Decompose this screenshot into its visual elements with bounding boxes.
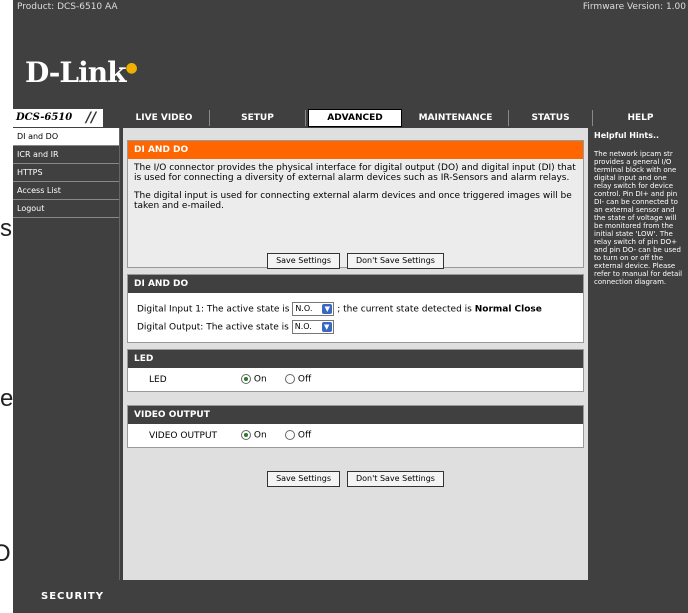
sidebar-item-icr-and-ir[interactable]: ICR and IR [13, 146, 119, 164]
digital-input-row: Digital Input 1: The active state is N.O… [137, 302, 542, 316]
intro-paragraph-2: The digital input is used for connecting… [134, 191, 572, 211]
sidebar-item-logout[interactable]: Logout [13, 200, 119, 218]
intro-buttons: Save Settings Don't Save Settings [128, 253, 583, 269]
tab-help[interactable]: HELP [593, 110, 688, 126]
led-off-option[interactable]: Off [285, 374, 311, 385]
digital-output-label: Digital Output: The active state is [137, 322, 289, 333]
tab-live-video[interactable]: LIVE VIDEO [119, 110, 210, 126]
video-output-off-option[interactable]: Off [285, 430, 311, 441]
main-content: DI AND DO The I/O connector provides the… [123, 128, 588, 580]
video-output-off-radio[interactable] [285, 430, 295, 440]
intro-section: DI AND DO The I/O connector provides the… [127, 140, 584, 269]
digital-input-state-text: ; the current state detected is [337, 304, 472, 315]
bottom-save-settings-button[interactable]: Save Settings [267, 471, 341, 487]
camera-web-ui: Product: DCS-6510 AA Firmware Version: 1… [13, 0, 688, 613]
firmware-label: Firmware Version: 1.00 [582, 2, 686, 12]
sidebar: DI and DO ICR and IR HTTPS Access List L… [13, 128, 120, 580]
dido-title: DI AND DO [128, 275, 583, 293]
led-on-radio[interactable] [241, 374, 251, 384]
background-fragment-1: s [0, 215, 12, 242]
save-settings-button[interactable]: Save Settings [267, 253, 341, 269]
led-on-label: On [253, 374, 267, 385]
sidebar-item-di-and-do[interactable]: DI and DO [13, 128, 119, 146]
video-output-on-option[interactable]: On [241, 430, 267, 441]
sidebar-item-access-list[interactable]: Access List [13, 182, 119, 200]
hints-title: Helpful Hints.. [594, 131, 660, 140]
tab-maintenance[interactable]: MAINTENANCE [403, 110, 509, 126]
tab-setup[interactable]: SETUP [210, 110, 306, 126]
digital-input-label: Digital Input 1: The active state is [137, 304, 290, 315]
video-output-section: VIDEO OUTPUT VIDEO OUTPUT On Off [127, 405, 584, 448]
hints-body: The network ipcam str provides a general… [594, 150, 683, 286]
dlink-logo: D-Link● [25, 56, 138, 89]
video-output-on-label: On [253, 430, 267, 441]
product-label: Product: DCS-6510 AA [17, 2, 118, 12]
led-off-radio[interactable] [285, 374, 295, 384]
helpful-hints-panel: Helpful Hints.. The network ipcam str pr… [592, 128, 688, 580]
chevron-down-icon: ▼ [321, 322, 332, 332]
top-info-bar: Product: DCS-6510 AA Firmware Version: 1… [13, 0, 688, 14]
led-on-option[interactable]: On [241, 374, 267, 385]
digital-output-row: Digital Output: The active state is N.O.… [137, 320, 334, 334]
led-label: LED [149, 375, 167, 385]
chevron-down-icon: ▼ [322, 304, 333, 314]
banner: D-Link● [13, 14, 688, 106]
footer: SECURITY [13, 581, 688, 613]
intro-paragraph-1: The I/O connector provides the physical … [134, 163, 576, 183]
led-title: LED [128, 350, 583, 368]
background-fragment-3: O [0, 540, 11, 567]
background-fragment-2: e [0, 385, 14, 412]
led-off-label: Off [297, 374, 312, 385]
led-section: LED LED On Off [127, 349, 584, 392]
video-output-off-label: Off [297, 430, 312, 441]
video-output-title: VIDEO OUTPUT [128, 406, 583, 424]
tab-status[interactable]: STATUS [509, 110, 593, 126]
tab-advanced[interactable]: ADVANCED [308, 109, 402, 127]
intro-title: DI AND DO [128, 141, 583, 159]
sidebar-item-https[interactable]: HTTPS [13, 164, 119, 182]
dido-section: DI AND DO Digital Input 1: The active st… [127, 274, 584, 343]
digital-output-select[interactable]: N.O. ▼ [291, 320, 334, 334]
video-output-label: VIDEO OUTPUT [149, 431, 218, 441]
video-output-on-radio[interactable] [241, 430, 251, 440]
digital-input-select[interactable]: N.O. ▼ [292, 302, 335, 316]
bottom-buttons: Save Settings Don't Save Settings [123, 471, 588, 487]
security-label: SECURITY [41, 591, 104, 602]
main-nav: DCS-6510 // LIVE VIDEO SETUP ADVANCED MA… [13, 109, 688, 127]
digital-input-state-value: Normal Close [474, 304, 542, 315]
slash-divider-icon: // [86, 110, 97, 126]
bottom-dont-save-settings-button[interactable]: Don't Save Settings [346, 471, 444, 487]
dont-save-settings-button[interactable]: Don't Save Settings [346, 253, 444, 269]
